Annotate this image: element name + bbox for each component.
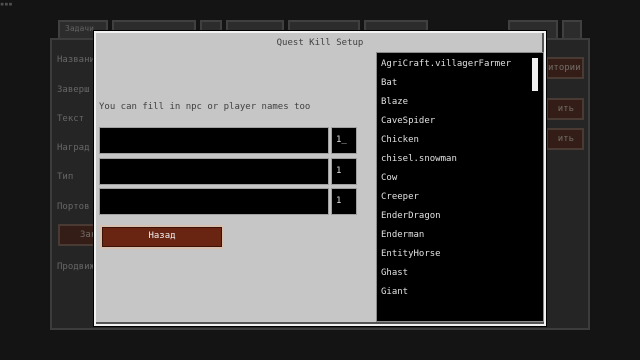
entity-list-item[interactable]: Cow bbox=[381, 173, 397, 183]
kill-count-field-1[interactable]: 1_ bbox=[331, 127, 357, 154]
quest-kill-setup-dialog: Quest Kill Setup You can fill in npc or … bbox=[94, 31, 546, 326]
background-label-complete: Заверш bbox=[57, 85, 90, 95]
background-tab-8 bbox=[562, 20, 582, 38]
entity-list-item[interactable]: Chicken bbox=[381, 135, 419, 145]
entity-list-item[interactable]: AgriCraft.villagerFarmer bbox=[381, 59, 511, 69]
entity-list-scrollbar[interactable] bbox=[532, 58, 538, 91]
entity-list-item[interactable]: Ghast bbox=[381, 268, 408, 278]
background-button-edit-2: ить bbox=[546, 128, 584, 150]
entity-list-item[interactable]: Bat bbox=[381, 78, 397, 88]
entity-list-item[interactable]: EntityHorse bbox=[381, 249, 441, 259]
entity-list-item[interactable]: Enderman bbox=[381, 230, 424, 240]
background-label-advance: Продвиж bbox=[57, 262, 95, 272]
entity-list-item[interactable]: EnderDragon bbox=[381, 211, 441, 221]
background-label-text: Текст bbox=[57, 114, 85, 124]
background-button-history: итории bbox=[546, 57, 584, 79]
background-label-type: Тип bbox=[57, 172, 74, 182]
target-name-field-1[interactable] bbox=[99, 127, 329, 154]
entity-list-item[interactable]: Giant bbox=[381, 287, 408, 297]
dialog-title: Quest Kill Setup bbox=[276, 38, 364, 48]
entity-list-item[interactable]: CaveSpider bbox=[381, 116, 435, 126]
kill-count-field-2[interactable]: 1 bbox=[331, 158, 357, 185]
entity-list-item[interactable]: Creeper bbox=[381, 192, 419, 202]
kill-count-field-3[interactable]: 1 bbox=[331, 188, 357, 215]
hint-text: You can fill in npc or player names too bbox=[99, 102, 311, 112]
target-name-field-3[interactable] bbox=[99, 188, 329, 215]
target-name-field-2[interactable] bbox=[99, 158, 329, 185]
entity-list-item[interactable]: chisel.snowman bbox=[381, 154, 457, 164]
background-button-close: Зак bbox=[58, 224, 96, 246]
background-button-edit-1: ить bbox=[546, 98, 584, 120]
entity-list-item[interactable]: Blaze bbox=[381, 97, 408, 107]
background-corner-text: ▪▪▪ bbox=[0, 0, 13, 8]
background-label-name: Названи bbox=[57, 55, 95, 65]
entity-list[interactable]: AgriCraft.villagerFarmer Bat Blaze CaveS… bbox=[376, 52, 544, 322]
back-button[interactable]: Назад bbox=[100, 225, 224, 249]
background-label-reward: Наград bbox=[57, 143, 90, 153]
background-label-repeat: Портов bbox=[57, 202, 90, 212]
